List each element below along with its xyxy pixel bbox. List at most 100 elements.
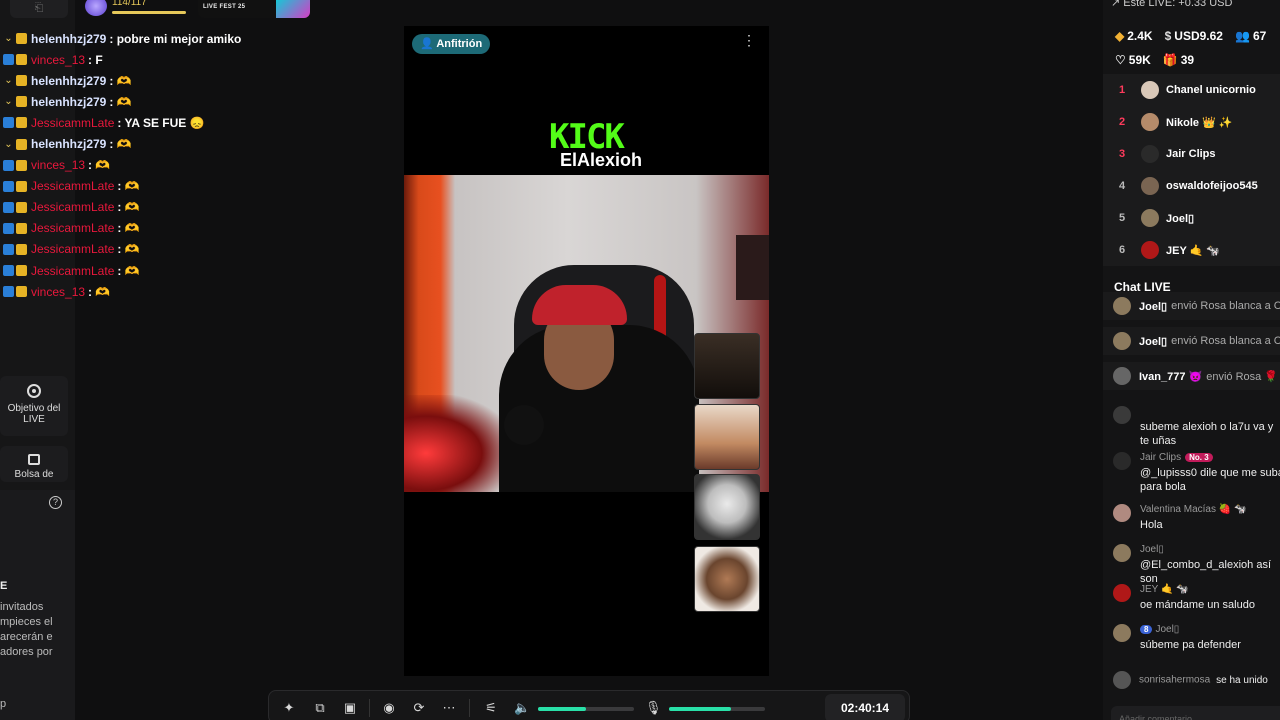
comment-user-row[interactable]: Joel▯ (1140, 544, 1164, 555)
live-goal-button[interactable]: Objetivo del LIVE (0, 376, 68, 436)
comment-user-row[interactable]: JEY 🤙 🐄 (1140, 584, 1189, 595)
level-orb-icon (85, 0, 107, 16)
avatar (1113, 452, 1131, 470)
guest-tile-3[interactable] (694, 474, 760, 540)
bag-button[interactable]: Bolsa de (0, 446, 68, 482)
live-fest-banner[interactable]: LIVE FEST 25 (198, 0, 310, 18)
chat-username[interactable]: vinces_13 (31, 158, 85, 172)
gifter-name: oswaldofeijoo545 (1166, 180, 1258, 192)
screen-icon[interactable]: ▣ (342, 700, 358, 716)
mic-slider[interactable] (669, 707, 765, 711)
gift-sender[interactable]: Ivan_777 👿 (1139, 370, 1202, 383)
guest-tile-1[interactable] (694, 333, 760, 399)
comment-user-row[interactable]: Valentina Macías 🍓 🐄 (1140, 504, 1246, 515)
divider (469, 699, 470, 717)
layout-icon[interactable]: ⧉ (312, 700, 328, 716)
diamond-icon: ◆ (1115, 29, 1125, 43)
right-panel: ↗ Este LIVE: +0.33 USD ◆ 2.4K $ USD9.62 👥 6… (1103, 0, 1280, 720)
settings-sliders-icon[interactable]: ⚟ (483, 700, 499, 716)
chat-username[interactable]: vinces_13 (31, 53, 85, 67)
record-icon[interactable]: ◉ (381, 700, 397, 716)
magic-wand-icon[interactable]: ✦ (281, 700, 297, 716)
overlay-chat-line: JessicammLate: 🫶 (3, 197, 333, 218)
joined-user[interactable]: sonrisahermosa (1139, 675, 1210, 686)
moderator-badge-icon (3, 159, 14, 171)
comment-input[interactable]: Añadir comentario... (1111, 706, 1280, 720)
overlay-chat-line: JessicammLate: 🫶 (3, 218, 333, 239)
level-badge-icon (16, 54, 27, 66)
avatar (1113, 504, 1131, 522)
chat-message: : 🫶 (117, 263, 140, 278)
chevron-badge-icon: ⌄ (4, 138, 13, 150)
gift-sender[interactable]: Joel▯ (1139, 335, 1167, 348)
top-gifter-item[interactable]: 2 Nikole 👑 ✨ (1103, 106, 1280, 138)
rank-badge: No. 3 (1185, 453, 1213, 462)
comment-username: Jair Clips (1140, 452, 1182, 463)
top-gifter-item[interactable]: 4 oswaldofeijoo545 (1103, 170, 1280, 202)
avatar (1113, 367, 1131, 385)
microphone-icon[interactable]: 🎙 (645, 700, 662, 716)
chat-username[interactable]: helenhhzj279 (31, 32, 106, 46)
guest-tile-4[interactable] (694, 546, 760, 612)
chat-username[interactable]: helenhhzj279 (31, 74, 106, 88)
chevron-badge-icon: ⌄ (4, 75, 13, 87)
top-gifter-item[interactable]: 1 Chanel unicornio (1103, 74, 1280, 106)
chat-message: : 🫶 (109, 137, 132, 152)
video-preview[interactable]: 👤 Anfitrión ⋮ KICK ElAlexioh (404, 26, 769, 676)
volume-slider[interactable] (538, 707, 634, 711)
chat-username[interactable]: JessicammLate (31, 242, 114, 256)
guest-tile-2[interactable] (694, 404, 760, 470)
avatar (1141, 113, 1159, 131)
level-progress[interactable]: 114/117 (85, 0, 190, 16)
speaker-icon[interactable]: 🔈 (514, 700, 530, 716)
comment-user-row[interactable]: 8 Joel▯ (1140, 624, 1179, 635)
gift-text: envió Rosa 🌹 (1206, 370, 1279, 383)
chat-username[interactable]: JessicammLate (31, 179, 114, 193)
top-gifter-item[interactable]: 6 JEY 🤙 🐄 (1103, 234, 1280, 266)
chat-username[interactable]: helenhhzj279 (31, 137, 106, 151)
gift-text: envió Rosa blanca a Ch (1171, 335, 1280, 347)
chat-message: : 🫶 (88, 284, 111, 299)
more-icon[interactable]: ⋯ (441, 700, 457, 716)
chat-username[interactable]: vinces_13 (31, 285, 85, 299)
avatar (1113, 671, 1131, 689)
gift-event: Joel▯ envió Rosa blanca a Ch (1103, 327, 1280, 355)
level-badge-icon (16, 201, 27, 213)
chat-message: : 🫶 (109, 73, 132, 88)
top-gifter-item[interactable]: 5 Joel▯ (1103, 202, 1280, 234)
chat-username[interactable]: JessicammLate (31, 264, 114, 278)
chat-message: : 🫶 (117, 242, 140, 257)
dollar-icon: $ (1164, 29, 1172, 43)
more-options-icon[interactable]: ⋮ (742, 32, 756, 49)
trend-icon: ↗ (1111, 0, 1124, 9)
top-gifter-item[interactable]: 3 Jair Clips (1103, 138, 1280, 170)
live-earnings-text: Este LIVE: +0.33 USD (1123, 0, 1233, 9)
camera-switch-icon[interactable]: ⟳ (411, 700, 427, 716)
level-badge-icon (16, 138, 27, 150)
host-label: Anfitrión (436, 38, 483, 50)
moderator-badge-icon (3, 265, 14, 277)
viewers-icon: 👥 (1234, 29, 1250, 43)
chat-username[interactable]: JessicammLate (31, 221, 114, 235)
avatar (1113, 406, 1131, 424)
target-icon (27, 384, 41, 398)
chat-username[interactable]: JessicammLate (31, 116, 114, 130)
live-earnings[interactable]: ↗ Este LIVE: +0.33 USD (1111, 0, 1232, 9)
comment-user-row[interactable]: Jair Clips No. 3 (1140, 452, 1213, 463)
chat-username[interactable]: JessicammLate (31, 200, 114, 214)
help-icon[interactable]: ? (49, 496, 62, 509)
avatar (1141, 177, 1159, 195)
comment-text: @El_combo_d_alexioh así son (1140, 559, 1272, 585)
gifter-name: Chanel unicornio (1166, 84, 1256, 96)
joined-text: se ha unido (1216, 674, 1268, 686)
diamonds-count: 2.4K (1127, 29, 1153, 43)
join-notice: sonrisahermosa se ha unido (1113, 671, 1268, 689)
overlay-chat-line: JessicammLate: 🫶 (3, 260, 333, 281)
rank-number: 1 (1119, 84, 1126, 96)
collapse-icon[interactable]: ⎗ (10, 0, 68, 18)
chat-message: : 🫶 (109, 94, 132, 109)
gift-sender[interactable]: Joel▯ (1139, 300, 1167, 313)
chat-username[interactable]: helenhhzj279 (31, 95, 106, 109)
gifter-name: Nikole 👑 ✨ (1166, 116, 1233, 129)
comment-text: @_lupisss0 dile que me suba para bola (1140, 467, 1280, 493)
